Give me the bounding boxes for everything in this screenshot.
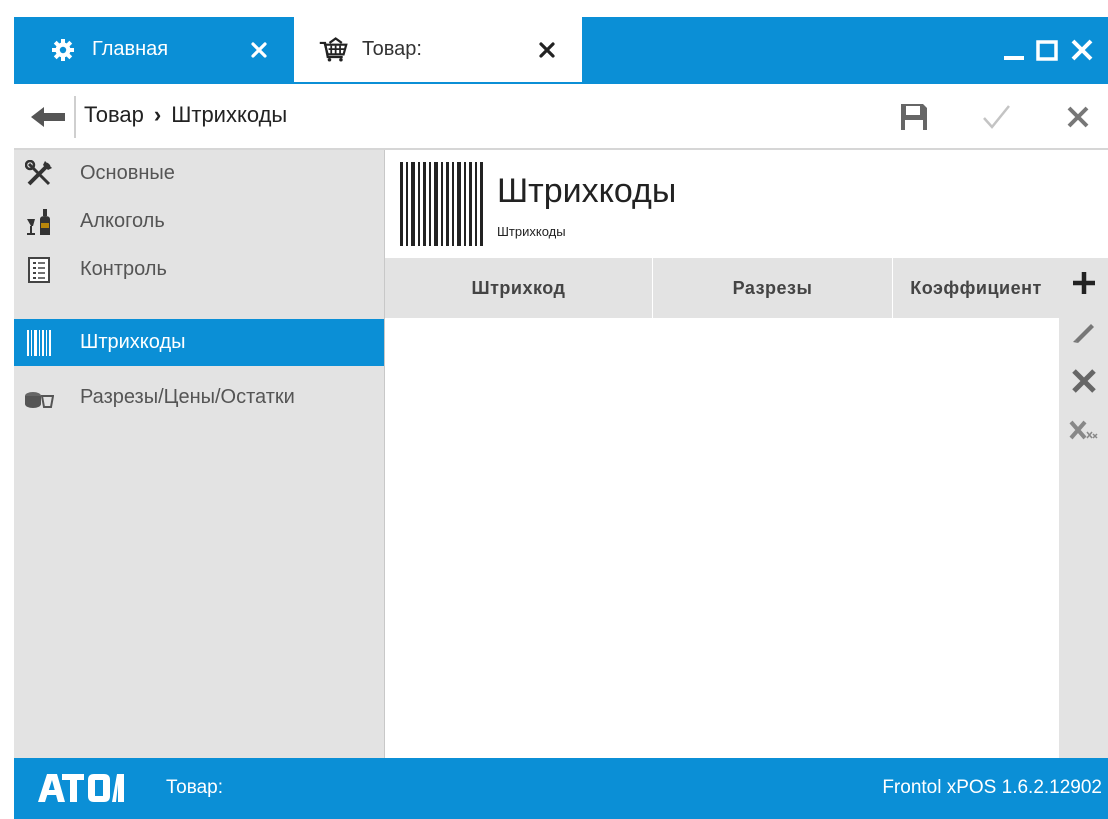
barcode-icon: [24, 328, 54, 358]
maximize-icon[interactable]: [1032, 17, 1062, 82]
sidebar: Основные Алкоголь Контроль Штрихкоды Раз…: [14, 150, 385, 758]
sidebar-item-control[interactable]: Контроль: [14, 246, 384, 293]
add-icon[interactable]: [1059, 260, 1108, 306]
delete-icon[interactable]: [1059, 358, 1108, 404]
tab-goods[interactable]: Товар:: [294, 17, 582, 82]
sidebar-item-main[interactable]: Основные: [14, 150, 384, 197]
basket-icon: [318, 35, 348, 65]
save-icon[interactable]: [894, 98, 934, 136]
close-icon[interactable]: [532, 35, 562, 65]
checkmark-icon[interactable]: [976, 98, 1016, 136]
sidebar-item-label: Основные: [80, 162, 175, 184]
tab-goods-label: Товар:: [362, 38, 422, 60]
status-document: Товар:: [166, 777, 223, 798]
edit-icon[interactable]: [1059, 308, 1108, 354]
breadcrumb-bar: Товар › Штрихкоды: [14, 82, 1108, 150]
sidebar-item-label: Штрихкоды: [80, 331, 186, 353]
page-title: Штрихкоды: [497, 172, 677, 210]
cancel-icon[interactable]: [1058, 98, 1098, 136]
minimize-icon[interactable]: [999, 17, 1029, 82]
column-header-coefficient[interactable]: Коэффициент: [892, 258, 1059, 318]
sidebar-item-sections-prices[interactable]: Разрезы/Цены/Остатки: [14, 374, 384, 421]
page-header: Штрихкоды Штрихкоды: [385, 150, 1108, 258]
bottle-glass-icon: [24, 207, 54, 237]
page-subtitle: Штрихкоды: [497, 224, 566, 239]
barcode-icon: [398, 162, 484, 251]
version-label: Frontol xPOS 1.6.2.12902: [882, 777, 1102, 798]
app-window: Главная Товар: Товар › Штрихкоды Основны…: [14, 17, 1108, 819]
main-content: Штрихкоды Штрихкоды Штрихкод Разрезы Коэ…: [385, 150, 1108, 758]
gear-icon: [48, 35, 78, 65]
atol-logo: [38, 770, 124, 809]
delete-all-icon[interactable]: [1059, 408, 1108, 454]
sidebar-item-alcohol[interactable]: Алкоголь: [14, 198, 384, 245]
close-icon[interactable]: [244, 35, 274, 65]
window-close-icon[interactable]: [1065, 17, 1099, 82]
row-actions-panel: [1059, 258, 1108, 758]
breadcrumb: Товар › Штрихкоды: [84, 102, 287, 128]
tools-icon: [24, 159, 54, 189]
breadcrumb-parent[interactable]: Товар: [84, 102, 144, 128]
table-header: Штрихкод Разрезы Коэффициент: [385, 258, 1059, 318]
tab-main-label: Главная: [92, 38, 169, 60]
sidebar-item-label: Разрезы/Цены/Остатки: [80, 386, 295, 408]
sidebar-item-label: Алкоголь: [80, 210, 165, 232]
title-bar: Главная Товар:: [14, 17, 1108, 82]
breadcrumb-current: Штрихкоды: [171, 102, 288, 127]
status-bar: Товар: Frontol xPOS 1.6.2.12902: [14, 758, 1108, 819]
breadcrumb-separator: ›: [153, 102, 162, 127]
table-body[interactable]: [385, 318, 1059, 758]
sidebar-item-barcodes[interactable]: Штрихкоды: [14, 319, 384, 366]
back-arrow-icon[interactable]: [28, 100, 68, 134]
checklist-icon: [24, 255, 54, 285]
column-header-sections[interactable]: Разрезы: [652, 258, 892, 318]
coins-icon: [24, 383, 54, 413]
divider: [74, 96, 76, 138]
tab-main[interactable]: Главная: [14, 17, 294, 82]
column-header-barcode[interactable]: Штрихкод: [385, 258, 652, 318]
sidebar-item-label: Контроль: [80, 258, 167, 280]
